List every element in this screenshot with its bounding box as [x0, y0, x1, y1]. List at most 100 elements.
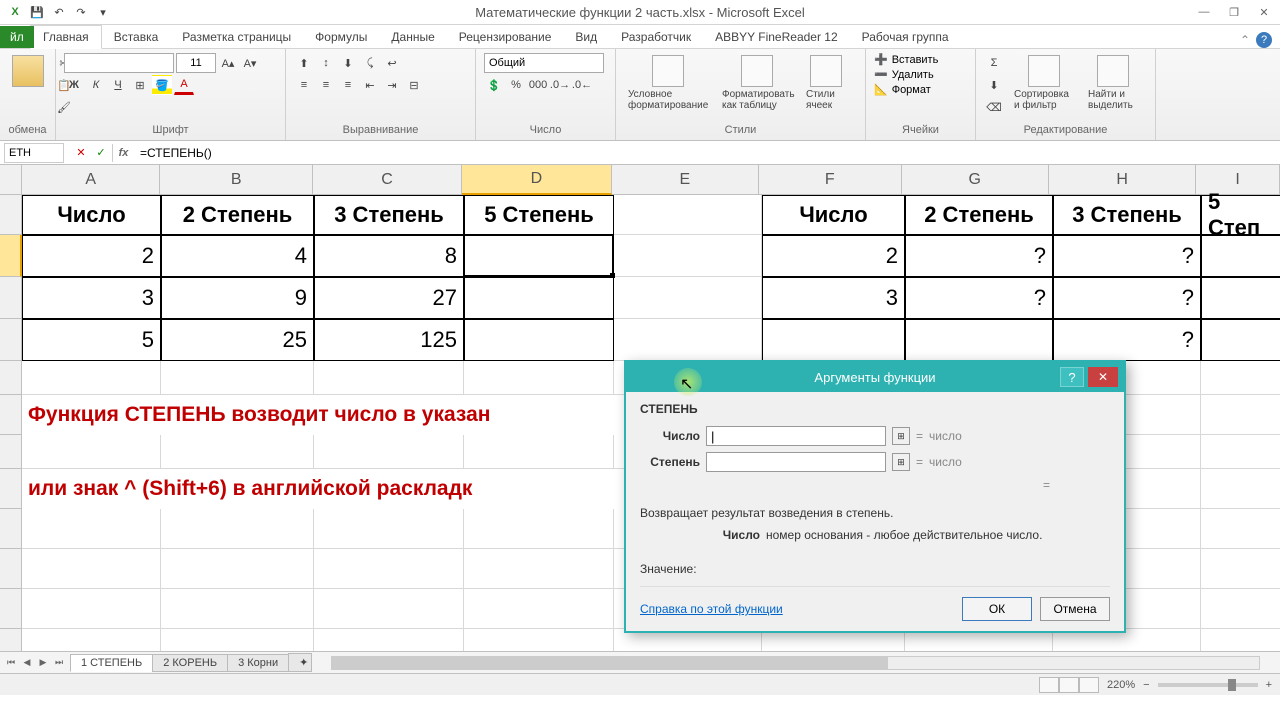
- conditional-format-button[interactable]: Условное форматирование: [624, 53, 712, 113]
- ribbon-minimize-icon[interactable]: ⌃: [1240, 33, 1250, 47]
- cell[interactable]: [464, 277, 614, 319]
- dialog-cancel-button[interactable]: Отмена: [1040, 597, 1110, 621]
- tab-abbyy[interactable]: ABBYY FineReader 12: [703, 26, 850, 48]
- font-size-select[interactable]: [176, 53, 216, 73]
- clear-button[interactable]: ⌫: [984, 97, 1004, 117]
- decrease-indent-button[interactable]: ⇤: [360, 75, 380, 95]
- cell[interactable]: [161, 509, 314, 549]
- align-middle-button[interactable]: ↕: [316, 53, 336, 73]
- cell[interactable]: [314, 629, 464, 651]
- italic-button[interactable]: К: [86, 75, 106, 95]
- row-header[interactable]: [0, 629, 22, 651]
- cell[interactable]: [464, 549, 614, 589]
- cell[interactable]: ?: [1053, 277, 1201, 319]
- comma-button[interactable]: 000: [528, 75, 548, 95]
- qat-more-button[interactable]: ▾: [94, 3, 112, 21]
- sheet-last-button[interactable]: ⏭: [52, 656, 66, 670]
- dialog-ok-button[interactable]: ОК: [962, 597, 1032, 621]
- border-button[interactable]: ⊞: [130, 75, 150, 95]
- row-header[interactable]: [0, 589, 22, 629]
- cell[interactable]: [161, 435, 314, 469]
- delete-cells-button[interactable]: ➖Удалить: [874, 68, 934, 81]
- cell[interactable]: ?: [905, 235, 1053, 277]
- cell[interactable]: [1201, 235, 1280, 277]
- arg-number-ref-button[interactable]: ⊞: [892, 427, 910, 445]
- cell[interactable]: [22, 629, 161, 651]
- cell[interactable]: [1201, 629, 1280, 651]
- align-right-button[interactable]: ≡: [338, 75, 358, 95]
- fill-button[interactable]: ⬇: [984, 75, 1004, 95]
- arg-power-input[interactable]: [706, 452, 886, 472]
- cell[interactable]: 3: [762, 277, 905, 319]
- horizontal-scrollbar[interactable]: [331, 656, 1260, 670]
- orientation-button[interactable]: ⤹: [360, 53, 380, 73]
- cell[interactable]: [614, 235, 762, 277]
- maximize-button[interactable]: ❐: [1222, 3, 1246, 21]
- increase-indent-button[interactable]: ⇥: [382, 75, 402, 95]
- column-header[interactable]: D: [462, 165, 611, 195]
- cell[interactable]: [614, 277, 762, 319]
- cell[interactable]: ?: [905, 277, 1053, 319]
- row-header[interactable]: [0, 549, 22, 589]
- percent-button[interactable]: %: [506, 75, 526, 95]
- cell[interactable]: [1201, 319, 1280, 361]
- format-table-button[interactable]: Форматировать как таблицу: [718, 53, 796, 113]
- tab-view[interactable]: Вид: [563, 26, 609, 48]
- save-button[interactable]: 💾: [28, 3, 46, 21]
- cell[interactable]: [1201, 277, 1280, 319]
- sheet-prev-button[interactable]: ◀: [20, 656, 34, 670]
- formula-cancel-button[interactable]: ✕: [72, 144, 90, 162]
- tab-home[interactable]: Главная: [30, 25, 102, 49]
- cell[interactable]: 3 Степень: [1053, 195, 1201, 235]
- cell[interactable]: [614, 319, 762, 361]
- underline-button[interactable]: Ч: [108, 75, 128, 95]
- cell[interactable]: 5 Степ: [1201, 195, 1280, 235]
- cell[interactable]: [22, 509, 161, 549]
- select-all-corner[interactable]: [0, 165, 22, 195]
- insert-cells-button[interactable]: ➕Вставить: [874, 53, 938, 66]
- cell[interactable]: 3: [22, 277, 161, 319]
- sheet-tab[interactable]: 3 Корни: [227, 654, 289, 672]
- zoom-in-button[interactable]: +: [1266, 679, 1272, 691]
- cell[interactable]: [614, 195, 762, 235]
- wrap-text-button[interactable]: ↩: [382, 53, 402, 73]
- cell[interactable]: [464, 435, 614, 469]
- arg-power-ref-button[interactable]: ⊞: [892, 453, 910, 471]
- column-header[interactable]: H: [1049, 165, 1196, 195]
- column-header[interactable]: B: [160, 165, 312, 195]
- normal-view-button[interactable]: [1039, 677, 1059, 693]
- column-header[interactable]: C: [313, 165, 462, 195]
- font-color-button[interactable]: A: [174, 75, 194, 95]
- grow-font-button[interactable]: A▴: [218, 53, 238, 73]
- cell[interactable]: 2: [762, 235, 905, 277]
- cell[interactable]: 2 Степень: [161, 195, 314, 235]
- currency-button[interactable]: 💲: [484, 75, 504, 95]
- cell[interactable]: [161, 549, 314, 589]
- tab-developer[interactable]: Разработчик: [609, 26, 703, 48]
- cell[interactable]: Число: [22, 195, 161, 235]
- decrease-decimal-button[interactable]: .0←: [572, 75, 592, 95]
- file-tab[interactable]: йл: [0, 26, 34, 48]
- cell[interactable]: 2 Степень: [905, 195, 1053, 235]
- cell[interactable]: [464, 629, 614, 651]
- cell[interactable]: [161, 361, 314, 395]
- cell[interactable]: [1201, 395, 1280, 435]
- cell[interactable]: [905, 319, 1053, 361]
- minimize-button[interactable]: —: [1192, 3, 1216, 21]
- row-header[interactable]: [0, 395, 22, 435]
- align-center-button[interactable]: ≡: [316, 75, 336, 95]
- cell[interactable]: [314, 435, 464, 469]
- sheet-next-button[interactable]: ▶: [36, 656, 50, 670]
- help-icon[interactable]: ?: [1256, 32, 1272, 48]
- column-header[interactable]: E: [612, 165, 759, 195]
- cell[interactable]: [314, 509, 464, 549]
- merge-button[interactable]: ⊟: [404, 75, 424, 95]
- cell[interactable]: 9: [161, 277, 314, 319]
- cell[interactable]: 125: [314, 319, 464, 361]
- cell[interactable]: 5 Степень: [464, 195, 614, 235]
- row-header[interactable]: [0, 361, 22, 395]
- dialog-help-button[interactable]: ?: [1060, 367, 1084, 387]
- cell[interactable]: [1201, 361, 1280, 395]
- zoom-slider[interactable]: [1158, 683, 1258, 687]
- cell[interactable]: =СТЕПЕНЬ(): [464, 235, 614, 277]
